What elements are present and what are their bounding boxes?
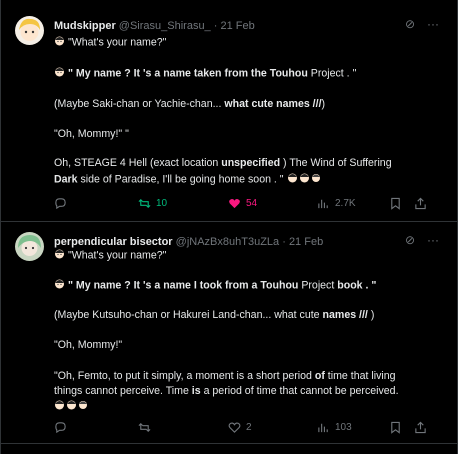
line-text: "Oh, Femto, to put it simply, a moment i… bbox=[54, 370, 315, 382]
line-text: "Oh, Mommy!" bbox=[54, 339, 123, 351]
grok-icon[interactable]: ⊘ bbox=[405, 17, 415, 31]
more-icon[interactable]: ··· bbox=[427, 17, 439, 31]
line-text: ) The Wind of Suffering bbox=[280, 157, 392, 169]
face-emoji bbox=[54, 278, 65, 293]
tweet-header: Mudskipper @Sirasu_Shirasu_ · 21 Feb bbox=[54, 19, 417, 33]
tweet-line: "Oh, Femto, to put it simply, a moment i… bbox=[54, 369, 396, 383]
tweet-line: things cannot perceive. Time is a period… bbox=[54, 384, 399, 398]
tweet-line: " My name ? It 's a name taken from the … bbox=[54, 66, 356, 81]
display-name[interactable]: Mudskipper bbox=[54, 20, 116, 32]
line-text: ) bbox=[321, 98, 326, 110]
line-text: " My name ? It 's a name taken from the … bbox=[67, 67, 311, 80]
like-button[interactable]: 2 bbox=[228, 419, 252, 435]
like-count: 54 bbox=[246, 197, 258, 209]
face-emoji bbox=[54, 248, 65, 263]
tweet-line: (Maybe Saki-chan or Yachie-chan... what … bbox=[54, 97, 325, 111]
views-button[interactable]: 2.7K bbox=[317, 195, 356, 211]
handle[interactable]: @Sirasu_Shirasu_ bbox=[119, 20, 211, 32]
bookmark-button[interactable] bbox=[389, 195, 402, 211]
line-text: "What's your name?" bbox=[67, 249, 167, 262]
grok-icon[interactable]: ⊘ bbox=[405, 233, 415, 247]
line-text: a period of time that cannot be perceive… bbox=[200, 385, 399, 397]
line-text: names /// bbox=[322, 309, 368, 321]
like-button[interactable]: 54 bbox=[228, 195, 257, 211]
tweet[interactable]: perpendicular bisector @jNAzBx8uhT3uZLa … bbox=[1, 222, 457, 444]
avatar[interactable] bbox=[15, 16, 44, 45]
line-text: Project . " bbox=[310, 67, 357, 80]
tweet-line: " My name ? It 's a name I took from a T… bbox=[54, 278, 376, 293]
like-count: 2 bbox=[246, 421, 252, 433]
timestamp[interactable]: · 21 Feb bbox=[282, 236, 323, 248]
line-text: Dark bbox=[54, 173, 78, 186]
share-button[interactable] bbox=[414, 419, 427, 435]
retweet-icon bbox=[138, 422, 151, 432]
bookmark-icon bbox=[391, 421, 400, 434]
views-count: 103 bbox=[335, 421, 352, 433]
heart-icon bbox=[228, 422, 241, 433]
timeline: Mudskipper @Sirasu_Shirasu_ · 21 Feb ⊘ ·… bbox=[0, 0, 458, 454]
tweet-line: Dark side of Paradise, I'll be going hom… bbox=[54, 172, 321, 187]
reply-button[interactable] bbox=[54, 419, 72, 435]
retweet-icon bbox=[138, 198, 151, 208]
bookmark-button[interactable] bbox=[389, 419, 402, 435]
tweet-actions: 2 103 bbox=[54, 419, 443, 435]
line-text: of bbox=[314, 370, 325, 382]
line-text: " My name ? It 's a name I took from a T… bbox=[67, 279, 302, 292]
tweet-line: Oh, STEAGE 4 Hell (exact location unspec… bbox=[54, 156, 392, 170]
tweet-line: "Oh, Mommy!" " bbox=[54, 127, 129, 141]
line-text: unspecified bbox=[221, 157, 281, 169]
share-button[interactable] bbox=[414, 195, 427, 211]
views-count: 2.7K bbox=[335, 197, 356, 209]
retweet-button[interactable]: 10 bbox=[138, 195, 167, 211]
reply-button[interactable] bbox=[54, 195, 72, 211]
line-text: is bbox=[191, 385, 201, 397]
avatar[interactable] bbox=[15, 232, 44, 261]
share-icon bbox=[415, 197, 426, 209]
display-name[interactable]: perpendicular bisector bbox=[54, 236, 173, 248]
line-text: ) bbox=[367, 309, 375, 321]
line-text: Oh, STEAGE 4 Hell (exact location bbox=[54, 157, 222, 169]
views-icon bbox=[318, 199, 328, 208]
line-text: "What's your name?" bbox=[67, 36, 167, 49]
face-emoji bbox=[287, 172, 321, 187]
views-icon bbox=[318, 423, 328, 432]
line-text: what cute names /// bbox=[224, 98, 322, 110]
face-emoji bbox=[54, 399, 88, 414]
tweet[interactable]: Mudskipper @Sirasu_Shirasu_ · 21 Feb ⊘ ·… bbox=[1, 0, 457, 222]
line-text: (Maybe Kutsuho-chan or Hakurei Land-chan… bbox=[54, 309, 323, 321]
line-text: side of Paradise, I'll be going home soo… bbox=[77, 173, 284, 186]
tweet-line: "What's your name?" bbox=[54, 35, 166, 50]
tweet-actions: 10 54 2.7K bbox=[54, 195, 443, 211]
timestamp[interactable]: · 21 Feb bbox=[214, 20, 255, 32]
face-emoji bbox=[54, 35, 65, 50]
tweet-line bbox=[54, 399, 88, 414]
views-button[interactable]: 103 bbox=[317, 419, 352, 435]
reply-icon bbox=[55, 197, 66, 209]
tweet-line: (Maybe Kutsuho-chan or Hakurei Land-chan… bbox=[54, 308, 374, 322]
line-text: Project bbox=[301, 279, 338, 292]
tweet-line: "Oh, Mommy!" bbox=[54, 338, 122, 352]
line-text: "Oh, Mommy!" " bbox=[54, 128, 129, 140]
reply-icon bbox=[55, 421, 66, 433]
handle[interactable]: @jNAzBx8uhT3uZLa bbox=[176, 236, 280, 248]
heart-icon bbox=[229, 198, 240, 208]
line-text: things cannot perceive. Time bbox=[54, 385, 192, 397]
retweet-button[interactable] bbox=[138, 419, 156, 435]
line-text: time that living bbox=[324, 370, 396, 382]
retweet-count: 10 bbox=[156, 197, 168, 209]
more-icon[interactable]: ··· bbox=[427, 233, 439, 247]
bookmark-icon bbox=[391, 197, 400, 210]
line-text: (Maybe Saki-chan or Yachie-chan... bbox=[54, 98, 225, 110]
share-icon bbox=[415, 421, 426, 433]
tweet-line: "What's your name?" bbox=[54, 248, 166, 263]
tweet-header: perpendicular bisector @jNAzBx8uhT3uZLa … bbox=[54, 235, 417, 249]
line-text: book . " bbox=[337, 279, 377, 292]
face-emoji bbox=[54, 66, 65, 81]
